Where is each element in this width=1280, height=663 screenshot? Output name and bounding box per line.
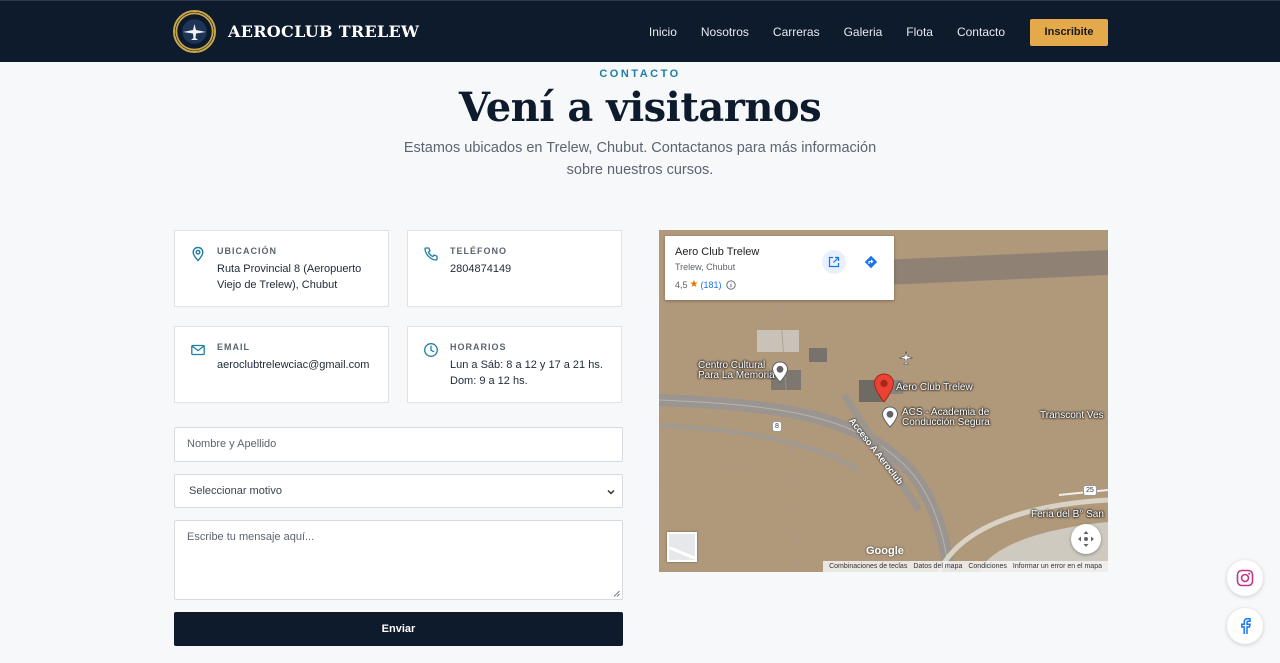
directions-icon — [864, 255, 878, 269]
brand-name: AEROCLUB TRELEW — [228, 22, 420, 41]
nav-nosotros[interactable]: Nosotros — [701, 25, 749, 39]
clock-icon — [424, 343, 438, 357]
location-value: Ruta Provincial 8 (Aeropuerto Viejo de T… — [217, 263, 362, 291]
route-shield: 25 — [1083, 485, 1097, 496]
external-link-icon — [828, 256, 840, 268]
phone-value[interactable]: 2804874149 — [450, 262, 615, 278]
hours-sunday: Dom: 9 a 12 hs. — [450, 374, 528, 387]
hours-card: HORARIOS Lun a Sáb: 8 a 12 y 17 a 21 hs.… — [407, 326, 622, 403]
review-count[interactable]: (181) — [700, 280, 721, 290]
motive-select[interactable]: Seleccionar motivo — [174, 474, 623, 508]
name-placeholder: Nombre y Apellido — [187, 438, 277, 450]
nav-inicio[interactable]: Inicio — [649, 25, 677, 39]
resize-handle-icon[interactable] — [613, 590, 620, 597]
terms-link[interactable]: Condiciones — [968, 563, 1007, 570]
phone-label: TELÉFONO — [450, 246, 507, 256]
message-placeholder: Escribe tu mensaje aquí... — [187, 531, 315, 543]
message-field[interactable]: Escribe tu mensaje aquí... — [174, 520, 623, 600]
google-logo: Google — [866, 545, 904, 557]
map-camera-control[interactable] — [1071, 524, 1101, 554]
instagram-icon — [1236, 569, 1254, 587]
hours-value: Lun a Sáb: 8 a 12 y 17 a 21 hs. Dom: 9 a… — [450, 358, 615, 389]
report-error-link[interactable]: Informar un error en el mapa — [1013, 563, 1102, 570]
email-value[interactable]: aeroclubtrelewciac@gmail.com — [217, 358, 382, 374]
selected-location-pin-icon[interactable] — [873, 373, 895, 403]
location-card: UBICACIÓN Ruta Provincial 8 (Aeropuerto … — [174, 230, 389, 307]
name-field[interactable]: Nombre y Apellido — [174, 427, 623, 462]
map-embed[interactable]: Aero Club Trelew Trelew, Chubut 4,5 ★ (1… — [659, 230, 1108, 572]
brand[interactable]: AEROCLUB TRELEW — [173, 10, 419, 53]
map-attribution: Combinaciones de teclas Datos del mapa C… — [823, 561, 1108, 572]
info-icon[interactable] — [725, 279, 736, 290]
move-arrows-icon — [1078, 531, 1094, 547]
rating-value: 4,5 — [675, 279, 688, 290]
nav-galeria[interactable]: Galeria — [844, 25, 883, 39]
map-poi-icon[interactable] — [771, 361, 789, 383]
map-label-line: Conducción Segura — [902, 417, 990, 428]
map-label-acs: ACS - Academia de Conducción Segura — [902, 408, 990, 428]
mail-icon — [191, 344, 205, 356]
map-label-transcont: Transcont Ves — [1040, 410, 1104, 421]
route-shield: 8 — [772, 421, 782, 432]
section-eyebrow: CONTACTO — [599, 68, 681, 80]
hours-weekday: Lun a Sáb: 8 a 12 y 17 a 21 hs. — [450, 359, 603, 371]
airplane-icon — [899, 351, 913, 365]
place-rating: 4,5 ★ (181) — [675, 279, 736, 290]
nav-flota[interactable]: Flota — [906, 25, 933, 39]
nav-contacto[interactable]: Contacto — [957, 25, 1005, 39]
page-title: Vení a visitarnos — [458, 84, 822, 131]
instagram-button[interactable] — [1227, 560, 1263, 596]
location-label: UBICACIÓN — [217, 246, 277, 256]
email-label: EMAIL — [217, 342, 250, 352]
map-type-toggle[interactable] — [667, 532, 697, 562]
phone-card: TELÉFONO 2804874149 — [407, 230, 622, 307]
star-icon: ★ — [689, 279, 699, 290]
place-subtitle: Trelew, Chubut — [675, 262, 736, 272]
hours-label: HORARIOS — [450, 342, 507, 352]
map-pin-icon — [192, 246, 204, 262]
site-header: AEROCLUB TRELEW Inicio Nosotros Carreras… — [0, 0, 1280, 62]
map-data-link[interactable]: Datos del mapa — [913, 563, 962, 570]
chevron-down-icon — [607, 489, 615, 495]
facebook-button[interactable] — [1227, 608, 1263, 644]
submit-button[interactable]: Enviar — [174, 612, 623, 646]
map-label-centro-cultural: Centro Cultural Para La Memoria — [698, 361, 775, 381]
map-poi-icon[interactable] — [881, 406, 899, 428]
signup-button[interactable]: Inscribite — [1030, 18, 1108, 46]
map-label-line: Para La Memoria — [698, 370, 775, 381]
place-card: Aero Club Trelew Trelew, Chubut 4,5 ★ (1… — [665, 236, 894, 300]
nav-carreras[interactable]: Carreras — [773, 25, 820, 39]
directions-button[interactable] — [859, 250, 883, 274]
page-subtitle: Estamos ubicados en Trelew, Chubut. Cont… — [403, 140, 877, 178]
map-thumbnail-icon — [668, 534, 696, 560]
map-label-feria: Feria del B° San — [1031, 509, 1104, 520]
keyboard-shortcuts-link[interactable]: Combinaciones de teclas — [829, 563, 907, 570]
place-name[interactable]: Aero Club Trelew — [675, 246, 759, 258]
club-logo — [173, 10, 216, 53]
motive-selected: Seleccionar motivo — [189, 485, 282, 497]
email-card: EMAIL aeroclubtrelewciac@gmail.com — [174, 326, 389, 403]
open-in-maps-button[interactable] — [822, 250, 846, 274]
map-label-aeroclub: Aero Club Trelew — [896, 382, 973, 393]
main-nav: Inicio Nosotros Carreras Galeria Flota C… — [649, 1, 1108, 63]
facebook-icon — [1241, 617, 1251, 634]
phone-icon — [424, 247, 438, 261]
